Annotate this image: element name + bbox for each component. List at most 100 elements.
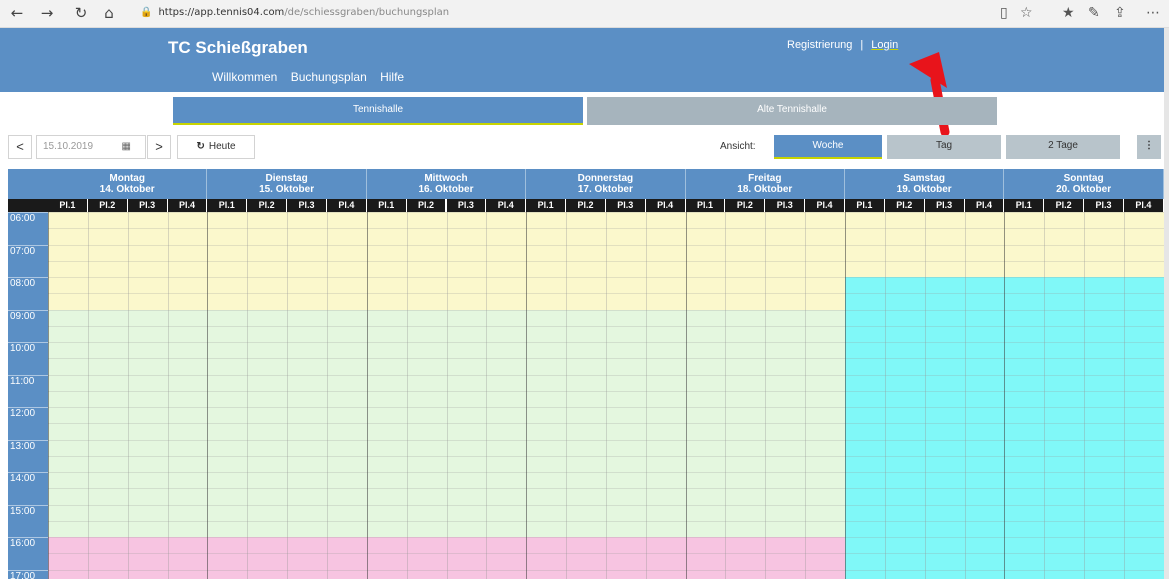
time-label: 13:00	[10, 440, 36, 452]
favorite-star-icon[interactable]: ☆	[1020, 4, 1033, 22]
time-tick	[8, 212, 48, 213]
day-name: Samstag	[903, 173, 946, 184]
home-icon[interactable]: ⌂	[100, 4, 118, 22]
time-tick	[8, 374, 48, 376]
today-button[interactable]: ↻ Heute	[177, 135, 255, 159]
day-date: 18. Oktober	[737, 184, 793, 195]
court-divider	[87, 212, 89, 579]
next-week-button[interactable]: >	[147, 135, 171, 159]
address-bar[interactable]: 🔒 https://app.tennis04.com/de/schiessgrab…	[140, 4, 980, 22]
day-divider	[207, 212, 209, 579]
court-divider	[127, 212, 129, 579]
court-divider	[1044, 212, 1046, 579]
red-arrow-annotation	[909, 52, 950, 137]
day-name: Montag	[109, 173, 145, 184]
reading-view-icon[interactable]: ▯	[1000, 4, 1008, 22]
court-header: Pl.1	[526, 199, 567, 212]
day-name: Mittwoch	[424, 173, 468, 184]
court-header: Pl.4	[486, 199, 527, 212]
court-header: Pl.1	[1004, 199, 1045, 212]
court-header: Pl.4	[805, 199, 845, 212]
tab-alte-tennishalle[interactable]: Alte Tennishalle	[587, 97, 997, 125]
day-date: 16. Oktober	[418, 184, 474, 195]
time-label: 12:00	[10, 408, 36, 419]
court-header: Pl.4	[167, 199, 208, 212]
nav-hilfe[interactable]: Hilfe	[380, 70, 404, 84]
lock-icon: 🔒	[140, 7, 153, 18]
calendar-icon[interactable]: ▦	[122, 136, 131, 158]
view-week-button[interactable]: Woche	[774, 135, 882, 159]
court-header: Pl.1	[48, 199, 88, 212]
url-path: /de/schiessgraben/buchungsplan	[284, 7, 450, 18]
time-label: 08:00	[10, 278, 36, 289]
day-header: Freitag 18. Oktober	[685, 169, 845, 199]
refresh-icon[interactable]: ↻	[72, 4, 90, 22]
time-label: 14:00	[10, 473, 36, 484]
court-header: Pl.2	[566, 199, 606, 212]
day-divider	[526, 212, 528, 579]
court-divider	[605, 212, 607, 579]
date-value: 15.10.2019	[43, 141, 94, 152]
court-header-corner	[8, 199, 48, 212]
booking-grid[interactable]	[48, 212, 1164, 579]
day-divider	[48, 212, 49, 579]
court-divider	[964, 212, 966, 579]
court-divider	[805, 212, 807, 579]
share-icon[interactable]: ⇪	[1114, 4, 1126, 22]
court-header: Pl.3	[127, 199, 168, 212]
day-name: Donnerstag	[577, 173, 634, 184]
time-label: 11:00	[10, 375, 35, 387]
court-divider	[884, 212, 886, 579]
day-divider	[845, 212, 846, 579]
view-day-button[interactable]: Tag	[887, 135, 1001, 159]
day-name: Sonntag	[1063, 173, 1104, 184]
time-tick	[8, 309, 48, 311]
time-tick	[8, 407, 48, 408]
court-divider	[566, 212, 568, 579]
day-header: Donnerstag 17. Oktober	[526, 169, 686, 199]
day-date: 20. Oktober	[1056, 184, 1112, 195]
prev-week-button[interactable]: <	[8, 135, 32, 159]
page-scrollbar[interactable]	[1164, 28, 1169, 579]
court-divider	[1123, 212, 1125, 579]
time-label: 15:00	[10, 505, 36, 517]
tab-tennishalle[interactable]: Tennishalle	[173, 97, 583, 125]
day-divider	[1004, 212, 1006, 579]
auth-separator: |	[860, 39, 864, 51]
court-header: Pl.3	[287, 199, 327, 212]
browser-toolbar: ← → ↻ ⌂ 🔒 https://app.tennis04.com/de/sch…	[0, 0, 1169, 28]
time-label: 17:00	[10, 570, 36, 579]
court-header: Pl.3	[446, 199, 487, 212]
court-header: Pl.2	[884, 199, 925, 212]
more-icon[interactable]: ⋯	[1146, 4, 1160, 22]
auth-links: Registrierung | Login	[787, 39, 898, 51]
court-divider	[167, 212, 169, 579]
view-label: Ansicht:	[720, 141, 756, 152]
court-header: Pl.2	[87, 199, 128, 212]
court-header: Pl.3	[765, 199, 806, 212]
day-date: 14. Oktober	[99, 184, 155, 195]
view-two-days-button[interactable]: 2 Tage	[1006, 135, 1120, 159]
day-header: Mittwoch 16. Oktober	[366, 169, 527, 199]
time-tick	[8, 244, 48, 246]
day-name: Dienstag	[265, 173, 308, 184]
register-link[interactable]: Registrierung	[787, 39, 852, 51]
kebab-menu-icon[interactable]: ⋮	[1137, 135, 1161, 159]
day-date: 17. Oktober	[577, 184, 633, 195]
date-field[interactable]: 15.10.2019 ▦	[36, 135, 146, 159]
favorites-list-icon[interactable]: ★	[1062, 4, 1075, 22]
time-label: 16:00	[10, 538, 36, 549]
back-icon[interactable]: ←	[8, 4, 26, 22]
court-divider	[645, 212, 647, 579]
court-divider	[486, 212, 488, 579]
forward-icon[interactable]: →	[38, 4, 56, 22]
nav-buchungsplan[interactable]: Buchungsplan	[291, 70, 367, 84]
club-title: TC Schießgraben	[168, 38, 308, 57]
header-corner	[8, 169, 48, 199]
court-header: Pl.3	[1084, 199, 1124, 212]
time-label: 07:00	[10, 245, 36, 257]
court-divider	[1084, 212, 1086, 579]
pen-icon[interactable]: ✎	[1088, 4, 1100, 22]
nav-willkommen[interactable]: Willkommen	[212, 70, 277, 84]
court-divider	[326, 212, 328, 579]
